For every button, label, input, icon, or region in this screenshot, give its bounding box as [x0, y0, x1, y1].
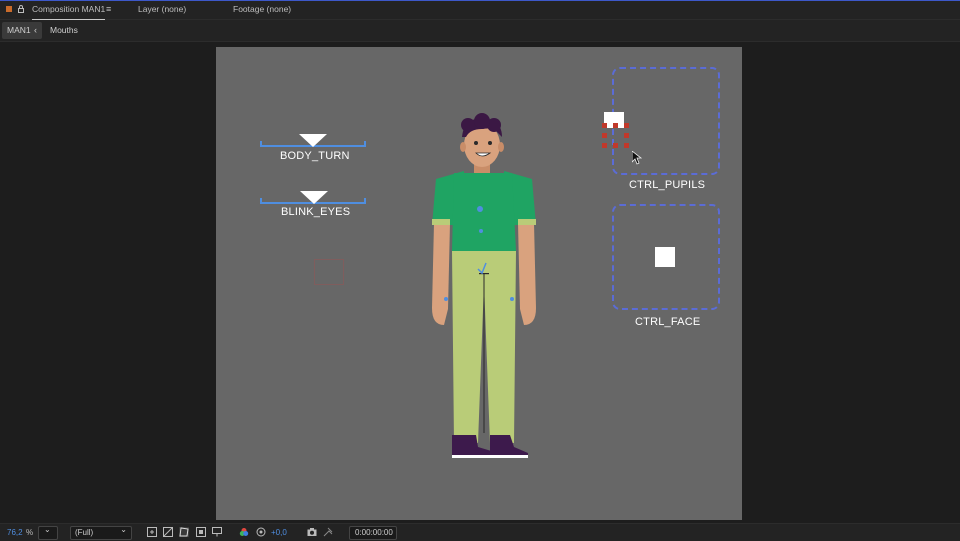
tab-footage[interactable]: Footage (none) [233, 1, 291, 19]
color-management-icon[interactable] [256, 527, 266, 537]
mouse-cursor-icon [632, 151, 642, 165]
composition-viewer[interactable]: BODY_TURN BLINK_EYES CTRL_PUPILS CTRL_FA… [0, 42, 960, 523]
composition-canvas[interactable]: BODY_TURN BLINK_EYES CTRL_PUPILS CTRL_FA… [216, 47, 742, 520]
ctrl-face-label: CTRL_FACE [635, 316, 701, 328]
slider-tick [364, 198, 366, 204]
breadcrumb-man1[interactable]: MAN1 [7, 20, 31, 41]
transparency-grid-icon[interactable] [163, 527, 173, 537]
zoom-value[interactable]: 76,2 [7, 524, 23, 541]
blink-eyes-slider-handle[interactable] [300, 191, 328, 204]
snapshot-camera-icon[interactable] [307, 527, 317, 537]
resolution-value: (Full) [75, 528, 94, 537]
comp-breadcrumbs: MAN1 ‹ Mouths [0, 20, 960, 42]
viewer-tab-bar: Composition MAN1 ≡ Layer (none) Footage … [0, 1, 960, 20]
selection-handles-icon[interactable] [602, 123, 630, 149]
zoom-unit: % [26, 528, 34, 537]
slider-tick [260, 198, 262, 204]
chevron-down-icon: ⌄ [120, 525, 127, 534]
tab-layer[interactable]: Layer (none) [138, 1, 186, 19]
breadcrumb-mouths[interactable]: Mouths [50, 20, 78, 41]
guides-grid-icon[interactable] [212, 527, 222, 537]
fast-previews-icon[interactable] [147, 527, 157, 537]
ctrl-face-handle[interactable] [655, 247, 675, 267]
lock-icon[interactable] [18, 5, 24, 13]
slider-tick [364, 141, 366, 147]
mask-visibility-icon[interactable] [179, 527, 189, 537]
resolution-dropdown[interactable]: (Full) ⌄ [70, 525, 132, 540]
body-turn-label: BODY_TURN [280, 150, 350, 162]
ctrl-pupils-label: CTRL_PUPILS [629, 179, 706, 191]
chevron-down-icon: ⌄ [44, 525, 51, 534]
timecode-field[interactable]: 0:00:00:00 [349, 526, 397, 540]
zoom-dropdown[interactable]: ⌄ [38, 525, 58, 540]
tab-composition[interactable]: Composition MAN1 [32, 1, 106, 20]
ctrl-pupils-box[interactable] [612, 67, 720, 175]
region-of-interest-icon[interactable] [196, 527, 206, 537]
chevron-left-icon[interactable]: ‹ [34, 20, 37, 41]
ghost-layer-bounds [314, 259, 344, 285]
show-snapshot-icon[interactable] [323, 527, 333, 537]
color-channels-icon[interactable] [239, 527, 249, 537]
slider-tick [260, 141, 262, 147]
exposure-value[interactable]: +0,0 [271, 524, 287, 541]
body-turn-slider-handle[interactable] [299, 134, 327, 147]
blink-eyes-label: BLINK_EYES [281, 206, 351, 218]
viewer-options-bar: 76,2 % ⌄ (Full) ⌄ +0,0 0:00:00:00 [0, 523, 960, 541]
close-panel-icon[interactable] [6, 6, 12, 12]
timecode-value: 0:00:00:00 [355, 528, 393, 537]
panel-menu-icon[interactable]: ≡ [106, 4, 111, 14]
character-illustration[interactable] [424, 113, 544, 459]
